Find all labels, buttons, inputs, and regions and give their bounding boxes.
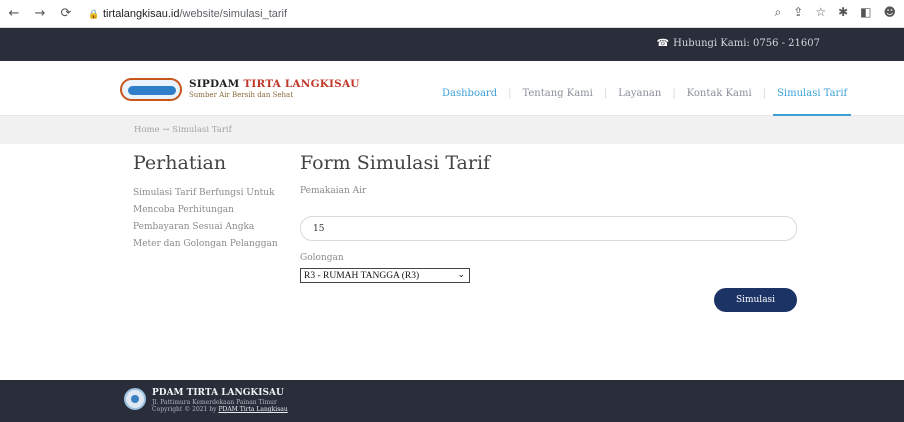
footer-info: PDAM TIRTA LANGKISAU Jl. Pattimura Kemer… [152, 388, 288, 413]
copyright-link[interactable]: PDAM Tirta Langkisau [218, 406, 287, 413]
brand: SIPDAM TIRTA LANGKISAU Sumber Air Bersih… [189, 78, 360, 99]
nav-layanan[interactable]: Layanan [616, 88, 663, 99]
nav-separator: | [672, 88, 676, 99]
breadcrumb-bar: Home → Simulasi Tarif [0, 116, 904, 144]
group-selected-value: R3 - RUMAH TANGGA (R3) [304, 270, 420, 281]
contact-info: ☎ Hubungi Kami: 0756 - 21607 [657, 38, 820, 49]
main-nav: Dashboard | Tentang Kami | Layanan | Kon… [440, 88, 852, 116]
site-header: SIPDAM TIRTA LANGKISAU Sumber Air Bersih… [0, 61, 904, 116]
simulate-button[interactable]: Simulasi [714, 288, 797, 312]
group-label: Golongan [300, 253, 344, 263]
footer-logo-mark [131, 395, 139, 403]
lock-icon: 🔒 [88, 9, 100, 19]
copyright-prefix: Copyright © 2021 by [152, 406, 219, 413]
nav-separator: | [508, 88, 512, 99]
chevron-down-icon: ⌄ [457, 269, 465, 279]
breadcrumb: Home → Simulasi Tarif [134, 125, 232, 135]
profile-icon[interactable]: ☻ [883, 5, 896, 20]
url-host: tirtalangkisau.id [103, 8, 180, 20]
browser-actions: ⌕ ⇪ ☆ ✱ ◧ ☻ [775, 5, 896, 20]
nav-separator: | [603, 88, 608, 99]
brand-name: SIPDAM TIRTA LANGKISAU [189, 78, 360, 90]
forward-icon[interactable]: → [32, 5, 48, 23]
footer-copyright: Copyright © 2021 by PDAM Tirta Langkisau [152, 406, 288, 413]
notice-panel: Perhatian Simulasi Tarif Berfungsi Untuk… [133, 152, 283, 253]
sidepanel-icon[interactable]: ◧ [860, 5, 871, 20]
reload-icon[interactable]: ⟳ [58, 5, 74, 23]
footer-logo [124, 388, 146, 410]
nav-dashboard[interactable]: Dashboard [440, 88, 499, 99]
nav-simulasi-tarif[interactable]: Simulasi Tarif [773, 88, 852, 116]
simulation-form: Form Simulasi Tarif Pemakaian Air [300, 152, 800, 196]
logo-wave-icon [128, 86, 176, 95]
usage-label: Pemakaian Air [300, 186, 367, 196]
brand-name-accent: TIRTA LANGKISAU [243, 78, 360, 90]
site-footer: PDAM TIRTA LANGKISAU Jl. Pattimura Kemer… [0, 380, 904, 422]
brand-name-main: SIPDAM [189, 78, 244, 90]
contact-text: Hubungi Kami: 0756 - 21607 [673, 38, 820, 49]
group-select[interactable]: R3 - RUMAH TANGGA (R3) ⌄ [300, 268, 470, 283]
usage-input[interactable] [300, 216, 797, 241]
site-logo[interactable] [120, 78, 182, 101]
zoom-icon[interactable]: ⌕ [775, 5, 782, 20]
nav-tentang-kami[interactable]: Tentang Kami [521, 88, 595, 99]
notice-title: Perhatian [133, 152, 227, 174]
top-contact-bar: ☎ Hubungi Kami: 0756 - 21607 [0, 28, 904, 61]
extensions-icon[interactable]: ✱ [838, 5, 848, 20]
browser-toolbar: ← → ⟳ 🔒 tirtalangkisau.id/website/simula… [0, 0, 904, 28]
address-bar[interactable]: 🔒 tirtalangkisau.id/website/simulasi_tar… [88, 4, 888, 24]
form-title: Form Simulasi Tarif [300, 152, 491, 174]
notice-text: Simulasi Tarif Berfungsi Untuk Mencoba P… [133, 188, 278, 249]
footer-org-name: PDAM TIRTA LANGKISAU [152, 388, 284, 398]
nav-separator: | [762, 88, 767, 99]
back-icon[interactable]: ← [6, 5, 22, 23]
share-icon[interactable]: ⇪ [793, 5, 803, 20]
url-path: /website/simulasi_tarif [179, 8, 288, 20]
nav-kontak-kami[interactable]: Kontak Kami [685, 88, 754, 99]
footer-address: Jl. Pattimura Kemerdekaan Painan Timur [152, 399, 277, 406]
browser-nav: ← → ⟳ [6, 5, 74, 23]
brand-tagline: Sumber Air Bersih dan Sehat [189, 91, 294, 99]
bookmark-star-icon[interactable]: ☆ [815, 5, 826, 20]
phone-icon: ☎ [656, 38, 670, 49]
